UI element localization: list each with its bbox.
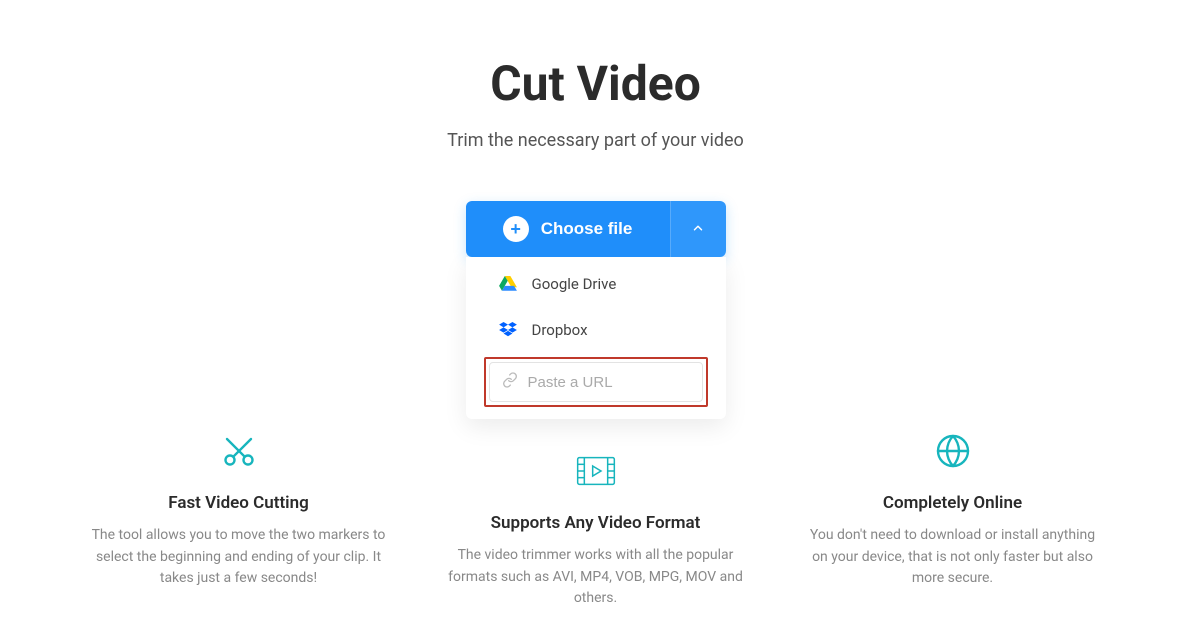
feature-title: Fast Video Cutting [89, 493, 389, 513]
dropbox-option[interactable]: Dropbox [466, 307, 726, 353]
video-format-icon [446, 451, 746, 491]
feature-online: Completely Online You don't need to down… [803, 431, 1103, 610]
feature-formats: Supports Any Video Format The video trim… [446, 431, 746, 610]
choose-file-button[interactable]: + Choose file [466, 201, 670, 257]
feature-fast-cutting: Fast Video Cutting The tool allows you t… [89, 431, 389, 610]
dropbox-label: Dropbox [532, 321, 588, 339]
url-input-highlight [484, 357, 708, 407]
link-icon [502, 372, 518, 392]
feature-desc: The video trimmer works with all the pop… [446, 545, 746, 610]
page-subtitle: Trim the necessary part of your video [0, 130, 1191, 151]
upload-widget: + Choose file Google Drive Dropbox [466, 201, 726, 419]
google-drive-label: Google Drive [532, 275, 617, 293]
scissors-icon [89, 431, 389, 471]
feature-desc: You don't need to download or install an… [803, 525, 1103, 590]
feature-title: Completely Online [803, 493, 1103, 513]
dropdown-toggle-button[interactable] [670, 201, 726, 257]
choose-file-label: Choose file [541, 219, 633, 239]
url-input[interactable] [528, 374, 690, 391]
plus-icon: + [503, 216, 529, 242]
google-drive-option[interactable]: Google Drive [466, 261, 726, 307]
google-drive-icon [498, 274, 518, 294]
chevron-up-icon [691, 221, 705, 238]
globe-icon [803, 431, 1103, 471]
dropbox-icon [498, 320, 518, 340]
feature-title: Supports Any Video Format [446, 513, 746, 533]
feature-desc: The tool allows you to move the two mark… [89, 525, 389, 590]
upload-dropdown-panel: Google Drive Dropbox [466, 257, 726, 419]
page-title: Cut Video [0, 55, 1191, 112]
